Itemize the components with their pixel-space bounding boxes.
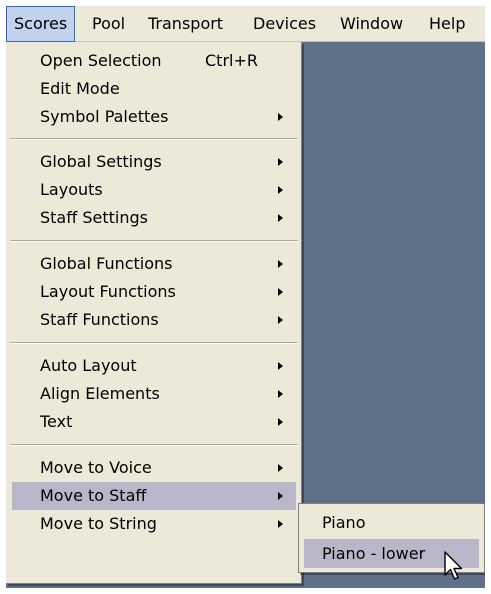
menu-item-label: Staff Functions: [40, 310, 159, 329]
submenu-arrow-icon: [278, 418, 283, 426]
mouse-pointer-icon: [444, 551, 463, 580]
menu-item-symbol-palettes[interactable]: Symbol Palettes: [12, 103, 296, 131]
submenu-arrow-icon: [278, 113, 283, 121]
menu-item-layouts[interactable]: Layouts: [12, 176, 296, 204]
submenu-arrow-icon: [278, 316, 283, 324]
menu-item-label: Move to Voice: [40, 458, 152, 477]
menu-item-shortcut: Ctrl+R: [205, 51, 258, 70]
submenu-arrow-icon: [278, 520, 283, 528]
submenu-arrow-icon: [278, 492, 283, 500]
menu-item-label: Move to String: [40, 514, 157, 533]
menu-item-edit-mode[interactable]: Edit Mode: [12, 75, 296, 103]
menu-devices[interactable]: Devices: [246, 6, 323, 42]
menu-item-label: Text: [40, 412, 73, 431]
menu-item-move-to-voice[interactable]: Move to Voice: [12, 454, 296, 482]
submenu-arrow-icon: [278, 288, 283, 296]
menu-scores[interactable]: Scores: [6, 6, 76, 42]
submenu-arrow-icon: [278, 158, 283, 166]
menu-separator: [10, 444, 298, 446]
application-window: Scores Pool Transport Devices Window Hel…: [6, 6, 485, 588]
menu-item-layout-functions[interactable]: Layout Functions: [12, 278, 296, 306]
menu-item-text[interactable]: Text: [12, 408, 296, 436]
submenu-arrow-icon: [278, 390, 283, 398]
menu-item-global-settings[interactable]: Global Settings: [12, 148, 296, 176]
menu-item-label: Move to Staff: [40, 486, 147, 505]
submenu-arrow-icon: [278, 362, 283, 370]
submenu-arrow-icon: [278, 186, 283, 194]
menu-help[interactable]: Help: [422, 6, 472, 42]
menu-item-move-to-string[interactable]: Move to String: [12, 510, 296, 538]
menu-item-open-selection[interactable]: Open Selection Ctrl+R: [12, 47, 296, 75]
menu-item-label: Layout Functions: [40, 282, 176, 301]
menu-item-label: Align Elements: [40, 384, 160, 403]
menu-item-staff-settings[interactable]: Staff Settings: [12, 204, 296, 232]
menu-item-label: Open Selection: [40, 51, 162, 70]
menu-item-align-elements[interactable]: Align Elements: [12, 380, 296, 408]
submenu-arrow-icon: [278, 214, 283, 222]
scores-dropdown-menu: Open Selection Ctrl+R Edit Mode Symbol P…: [6, 42, 302, 584]
menu-window[interactable]: Window: [333, 6, 410, 42]
menu-item-global-functions[interactable]: Global Functions: [12, 250, 296, 278]
menu-item-auto-layout[interactable]: Auto Layout: [12, 352, 296, 380]
menu-item-label: Staff Settings: [40, 208, 148, 227]
menu-item-label: Symbol Palettes: [40, 107, 169, 126]
menu-item-staff-functions[interactable]: Staff Functions: [12, 306, 296, 334]
menu-pool[interactable]: Pool: [85, 6, 132, 42]
menu-item-label: Edit Mode: [40, 79, 120, 98]
menu-bar: Scores Pool Transport Devices Window Hel…: [6, 6, 485, 42]
menu-separator: [10, 240, 298, 242]
submenu-arrow-icon: [278, 464, 283, 472]
menu-item-label: Global Settings: [40, 152, 162, 171]
menu-separator: [10, 138, 298, 140]
submenu-arrow-icon: [278, 260, 283, 268]
submenu-item-label: Piano - lower: [322, 544, 426, 563]
submenu-item-label: Piano: [322, 513, 366, 532]
menu-item-label: Layouts: [40, 180, 103, 199]
menu-separator: [10, 342, 298, 344]
submenu-item-piano[interactable]: Piano: [304, 508, 479, 537]
menu-item-label: Global Functions: [40, 254, 173, 273]
menu-item-move-to-staff[interactable]: Move to Staff: [12, 482, 296, 510]
menu-item-label: Auto Layout: [40, 356, 137, 375]
menu-transport[interactable]: Transport: [141, 6, 230, 42]
